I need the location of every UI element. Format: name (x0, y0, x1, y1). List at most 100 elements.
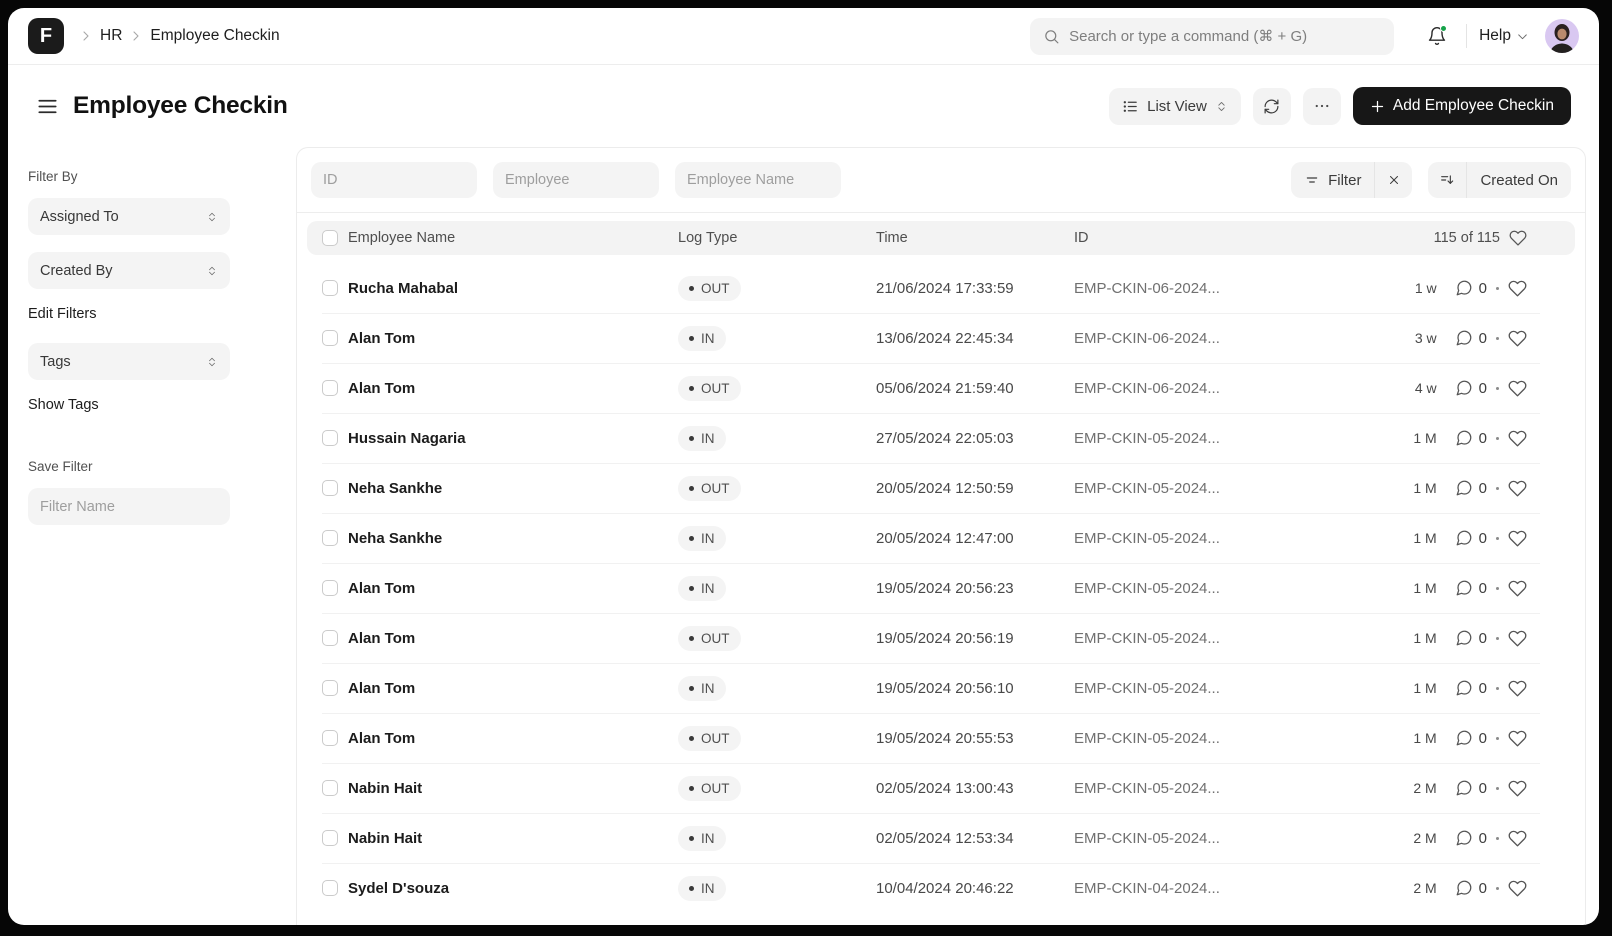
row-checkbox[interactable] (322, 630, 338, 646)
avatar[interactable] (1545, 19, 1579, 53)
filter-button[interactable]: Filter (1291, 162, 1374, 198)
row-checkbox[interactable] (322, 680, 338, 696)
row-checkbox[interactable] (322, 580, 338, 596)
time-cell: 20/05/2024 12:47:00 (876, 530, 1074, 547)
comments-button[interactable]: 0 (1455, 879, 1487, 897)
selector-icon (206, 356, 218, 368)
refresh-button[interactable] (1253, 88, 1291, 125)
employee-name-link[interactable]: Alan Tom (348, 680, 678, 697)
notifications-button[interactable] (1420, 19, 1454, 53)
employee-name-link[interactable]: Alan Tom (348, 730, 678, 747)
help-menu[interactable]: Help (1479, 27, 1529, 45)
like-button[interactable] (1508, 279, 1527, 298)
table-row[interactable]: Alan Tom OUT 05/06/2024 21:59:40 EMP-CKI… (297, 363, 1585, 413)
employee-name-link[interactable]: Alan Tom (348, 580, 678, 597)
comments-button[interactable]: 0 (1455, 579, 1487, 597)
employee-name-filter-input[interactable] (675, 162, 841, 198)
employee-name-link[interactable]: Alan Tom (348, 630, 678, 647)
comments-button[interactable]: 0 (1455, 429, 1487, 447)
comments-button[interactable]: 0 (1455, 829, 1487, 847)
row-checkbox[interactable] (322, 830, 338, 846)
table-row[interactable]: Alan Tom OUT 19/05/2024 20:55:53 EMP-CKI… (297, 713, 1585, 763)
sidebar-toggle-button[interactable] (36, 95, 59, 118)
show-tags-link[interactable]: Show Tags (28, 397, 296, 413)
comments-button[interactable]: 0 (1455, 779, 1487, 797)
comments-button[interactable]: 0 (1455, 479, 1487, 497)
created-by-select[interactable]: Created By (28, 252, 230, 289)
table-row[interactable]: Neha Sankhe OUT 20/05/2024 12:50:59 EMP-… (297, 463, 1585, 513)
like-button[interactable] (1508, 429, 1527, 448)
edit-filters-link[interactable]: Edit Filters (28, 306, 296, 322)
employee-name-link[interactable]: Neha Sankhe (348, 530, 678, 547)
employee-name-link[interactable]: Hussain Nagaria (348, 430, 678, 447)
id-cell: EMP-CKIN-05-2024... (1074, 430, 1370, 447)
row-checkbox[interactable] (322, 730, 338, 746)
comments-button[interactable]: 0 (1455, 679, 1487, 697)
comments-button[interactable]: 0 (1455, 379, 1487, 397)
heart-icon[interactable] (1509, 229, 1527, 247)
row-checkbox[interactable] (322, 330, 338, 346)
table-row[interactable]: Alan Tom IN 19/05/2024 20:56:10 EMP-CKIN… (297, 663, 1585, 713)
id-filter-input[interactable] (311, 162, 477, 198)
row-checkbox[interactable] (322, 480, 338, 496)
row-checkbox[interactable] (322, 380, 338, 396)
table-row[interactable]: Rucha Mahabal OUT 21/06/2024 17:33:59 EM… (297, 263, 1585, 313)
comment-icon (1455, 829, 1473, 847)
comments-button[interactable]: 0 (1455, 529, 1487, 547)
employee-filter-input[interactable] (493, 162, 659, 198)
table-row[interactable]: Alan Tom IN 19/05/2024 20:56:23 EMP-CKIN… (297, 563, 1585, 613)
like-button[interactable] (1508, 579, 1527, 598)
log-type-badge: IN (678, 326, 726, 351)
comments-button[interactable]: 0 (1455, 329, 1487, 347)
like-button[interactable] (1508, 629, 1527, 648)
row-checkbox[interactable] (322, 880, 338, 896)
view-switcher-button[interactable]: List View (1109, 88, 1241, 125)
like-button[interactable] (1508, 379, 1527, 398)
employee-name-link[interactable]: Alan Tom (348, 330, 678, 347)
employee-name-link[interactable]: Nabin Hait (348, 780, 678, 797)
frappe-logo[interactable]: F (28, 18, 64, 54)
add-employee-checkin-button[interactable]: Add Employee Checkin (1353, 87, 1571, 125)
employee-name-link[interactable]: Alan Tom (348, 380, 678, 397)
employee-name-link[interactable]: Rucha Mahabal (348, 280, 678, 297)
select-all-checkbox[interactable] (322, 230, 338, 246)
table-row[interactable]: Hussain Nagaria IN 27/05/2024 22:05:03 E… (297, 413, 1585, 463)
table-row[interactable]: Alan Tom OUT 19/05/2024 20:56:19 EMP-CKI… (297, 613, 1585, 663)
filter-name-input[interactable] (28, 488, 230, 525)
employee-name-link[interactable]: Nabin Hait (348, 830, 678, 847)
assigned-to-select[interactable]: Assigned To (28, 198, 230, 235)
employee-name-link[interactable]: Sydel D'souza (348, 880, 678, 897)
like-button[interactable] (1508, 879, 1527, 898)
like-button[interactable] (1508, 479, 1527, 498)
clear-filter-button[interactable] (1374, 162, 1412, 198)
employee-name-link[interactable]: Neha Sankhe (348, 480, 678, 497)
table-row[interactable]: Nabin Hait IN 02/05/2024 12:53:34 EMP-CK… (297, 813, 1585, 863)
modified-age-label: 1 M (1413, 530, 1436, 546)
table-row[interactable]: Alan Tom IN 13/06/2024 22:45:34 EMP-CKIN… (297, 313, 1585, 363)
sort-direction-button[interactable] (1428, 162, 1466, 198)
breadcrumb-hr[interactable]: HR (100, 27, 122, 45)
table-row[interactable]: Neha Sankhe IN 20/05/2024 12:47:00 EMP-C… (297, 513, 1585, 563)
row-checkbox[interactable] (322, 280, 338, 296)
like-button[interactable] (1508, 329, 1527, 348)
comments-button[interactable]: 0 (1455, 279, 1487, 297)
like-button[interactable] (1508, 679, 1527, 698)
like-button[interactable] (1508, 779, 1527, 798)
tags-select[interactable]: Tags (28, 343, 230, 380)
table-row[interactable]: Nabin Hait OUT 02/05/2024 13:00:43 EMP-C… (297, 763, 1585, 813)
like-button[interactable] (1508, 529, 1527, 548)
row-checkbox[interactable] (322, 530, 338, 546)
row-checkbox[interactable] (322, 430, 338, 446)
log-type-dot-icon (689, 686, 694, 691)
like-button[interactable] (1508, 829, 1527, 848)
modified-age-label: 1 M (1413, 730, 1436, 746)
comments-button[interactable]: 0 (1455, 729, 1487, 747)
breadcrumb-employee-checkin[interactable]: Employee Checkin (150, 27, 279, 45)
global-search-input[interactable]: Search or type a command (⌘ + G) (1030, 18, 1394, 55)
comments-button[interactable]: 0 (1455, 629, 1487, 647)
table-row[interactable]: Sydel D'souza IN 10/04/2024 20:46:22 EMP… (297, 863, 1585, 913)
sort-field-button[interactable]: Created On (1466, 162, 1571, 198)
more-menu-button[interactable] (1303, 88, 1341, 125)
like-button[interactable] (1508, 729, 1527, 748)
row-checkbox[interactable] (322, 780, 338, 796)
